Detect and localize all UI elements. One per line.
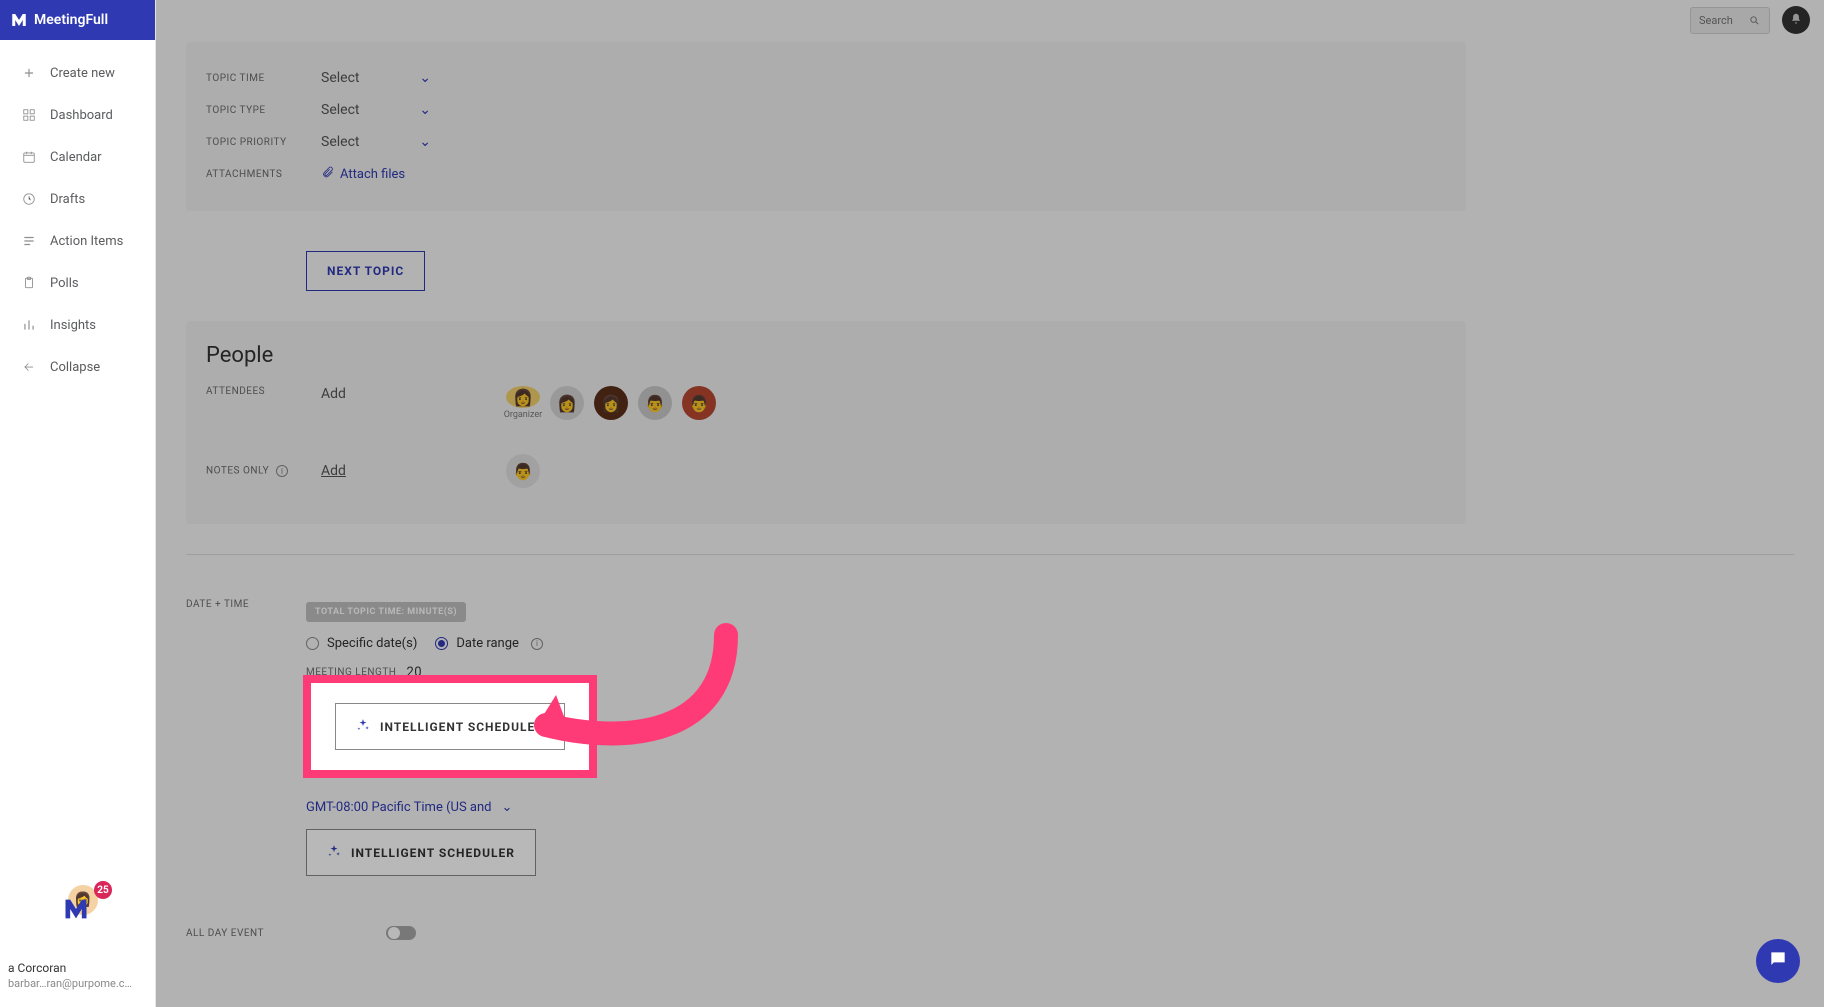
attach-files-label: Attach files bbox=[340, 167, 405, 182]
topic-time-label: TOPIC TIME bbox=[206, 73, 321, 84]
search-input[interactable] bbox=[1699, 14, 1749, 27]
sparkle-icon bbox=[327, 844, 341, 861]
people-heading: People bbox=[186, 343, 1466, 378]
attendee-avatar[interactable]: 👨 bbox=[682, 386, 716, 420]
search-box[interactable] bbox=[1690, 7, 1770, 34]
radio-specific-dates[interactable]: Specific date(s) bbox=[306, 636, 417, 651]
scheduler-button-label: INTELLIGENT SCHEDULER bbox=[380, 720, 544, 734]
chat-icon bbox=[1768, 949, 1788, 973]
next-topic-button[interactable]: NEXT TOPIC bbox=[306, 251, 425, 291]
bell-icon bbox=[1789, 11, 1803, 30]
sidebar-item-drafts[interactable]: Drafts bbox=[0, 178, 155, 220]
timezone-value: GMT-08:00 Pacific Time (US and bbox=[306, 800, 492, 815]
info-icon[interactable]: i bbox=[531, 638, 543, 650]
chevron-down-icon: ⌄ bbox=[419, 70, 431, 86]
radio-date-range[interactable]: Date range i bbox=[435, 636, 543, 651]
sidebar-item-label: Collapse bbox=[50, 360, 100, 375]
plus-icon bbox=[20, 64, 38, 82]
app-logo-badge-icon bbox=[62, 895, 90, 927]
sidebar-item-insights[interactable]: Insights bbox=[0, 304, 155, 346]
topic-priority-select[interactable]: Select ⌄ bbox=[321, 134, 431, 150]
timezone-select[interactable]: GMT-08:00 Pacific Time (US and ⌄ bbox=[306, 800, 555, 815]
sidebar-item-label: Insights bbox=[50, 318, 96, 333]
arrow-left-icon bbox=[20, 358, 38, 376]
topic-time-select[interactable]: Select ⌄ bbox=[321, 70, 431, 86]
sidebar-item-label: Polls bbox=[50, 276, 79, 291]
user-name: a Corcoran bbox=[8, 961, 132, 977]
select-placeholder: Select bbox=[321, 134, 359, 150]
add-notes-only-link[interactable]: Add bbox=[321, 463, 346, 479]
radio-button-icon bbox=[435, 637, 448, 650]
add-attendee-link[interactable]: Add bbox=[321, 386, 346, 402]
sidebar-item-dashboard[interactable]: Dashboard bbox=[0, 94, 155, 136]
organizer-label: Organizer bbox=[504, 410, 542, 420]
chevron-down-icon: ⌄ bbox=[419, 134, 431, 150]
sidebar-item-label: Drafts bbox=[50, 192, 85, 207]
chevron-down-icon: ⌄ bbox=[419, 102, 431, 118]
calendar-icon bbox=[20, 148, 38, 166]
notifications-button[interactable] bbox=[1782, 6, 1810, 34]
sidebar-item-polls[interactable]: Polls bbox=[0, 262, 155, 304]
sidebar-item-label: Create new bbox=[50, 66, 115, 81]
topic-type-select[interactable]: Select ⌄ bbox=[321, 102, 431, 118]
attendee-organizer[interactable]: 👩 Organizer bbox=[506, 386, 540, 420]
search-icon bbox=[1749, 11, 1760, 30]
attendees-label: ATTENDEES bbox=[206, 386, 321, 397]
notes-only-avatar[interactable]: 👨 bbox=[506, 454, 540, 488]
sidebar-item-create-new[interactable]: Create new bbox=[0, 52, 155, 94]
topic-type-label: TOPIC TYPE bbox=[206, 105, 321, 116]
attach-files-link[interactable]: Attach files bbox=[321, 166, 405, 183]
notification-count-badge: 25 bbox=[94, 881, 112, 899]
date-time-side-label: DATE + TIME bbox=[186, 599, 306, 610]
attachments-label: ATTACHMENTS bbox=[206, 169, 321, 180]
topic-priority-label: TOPIC PRIORITY bbox=[206, 137, 321, 148]
scheduler-button-label: INTELLIGENT SCHEDULER bbox=[351, 846, 515, 860]
chart-bar-icon bbox=[20, 316, 38, 334]
divider bbox=[186, 554, 1794, 555]
intelligent-scheduler-button-highlight[interactable]: INTELLIGENT SCHEDULER bbox=[335, 703, 565, 750]
brand-header: MeetingFull bbox=[0, 0, 155, 40]
user-email: barbar…ran@purpome.c… bbox=[8, 977, 132, 991]
select-placeholder: Select bbox=[321, 102, 359, 118]
sparkle-icon bbox=[356, 718, 370, 735]
avatar: 👩 bbox=[506, 386, 540, 408]
intelligent-scheduler-button[interactable]: INTELLIGENT SCHEDULER bbox=[306, 829, 536, 876]
sidebar-item-action-items[interactable]: Action Items bbox=[0, 220, 155, 262]
brand-logo-icon bbox=[10, 11, 28, 29]
clock-icon bbox=[20, 190, 38, 208]
attendee-avatar[interactable]: 👨 bbox=[638, 386, 672, 420]
brand-name: MeetingFull bbox=[34, 12, 108, 28]
radio-button-icon bbox=[306, 637, 319, 650]
radio-label: Date range bbox=[456, 636, 519, 651]
attendee-avatar[interactable]: 👩 bbox=[594, 386, 628, 420]
sidebar-item-collapse[interactable]: Collapse bbox=[0, 346, 155, 388]
notes-only-label: NOTES ONLY i bbox=[206, 465, 321, 477]
user-profile[interactable]: 👩 25 a Corcoran barbar…ran@purpome.c… bbox=[8, 885, 132, 991]
paperclip-icon bbox=[321, 166, 334, 183]
attendee-avatar[interactable]: 👩 bbox=[550, 386, 584, 420]
info-icon[interactable]: i bbox=[276, 465, 288, 477]
all-day-toggle[interactable] bbox=[386, 926, 416, 940]
radio-label: Specific date(s) bbox=[327, 636, 417, 651]
total-topic-time-badge: TOTAL TOPIC TIME: MINUTE(S) bbox=[306, 602, 466, 622]
sidebar-item-label: Dashboard bbox=[50, 108, 113, 123]
chat-widget-button[interactable] bbox=[1756, 939, 1800, 983]
scheduler-spotlight: INTELLIGENT SCHEDULER bbox=[303, 675, 597, 778]
chevron-down-icon: ⌄ bbox=[502, 800, 513, 815]
select-placeholder: Select bbox=[321, 70, 359, 86]
sidebar-item-label: Action Items bbox=[50, 234, 123, 249]
all-day-label: ALL DAY EVENT bbox=[186, 928, 306, 939]
sidebar-item-label: Calendar bbox=[50, 150, 102, 165]
grid-icon bbox=[20, 106, 38, 124]
list-icon bbox=[20, 232, 38, 250]
sidebar-item-calendar[interactable]: Calendar bbox=[0, 136, 155, 178]
clipboard-icon bbox=[20, 274, 38, 292]
